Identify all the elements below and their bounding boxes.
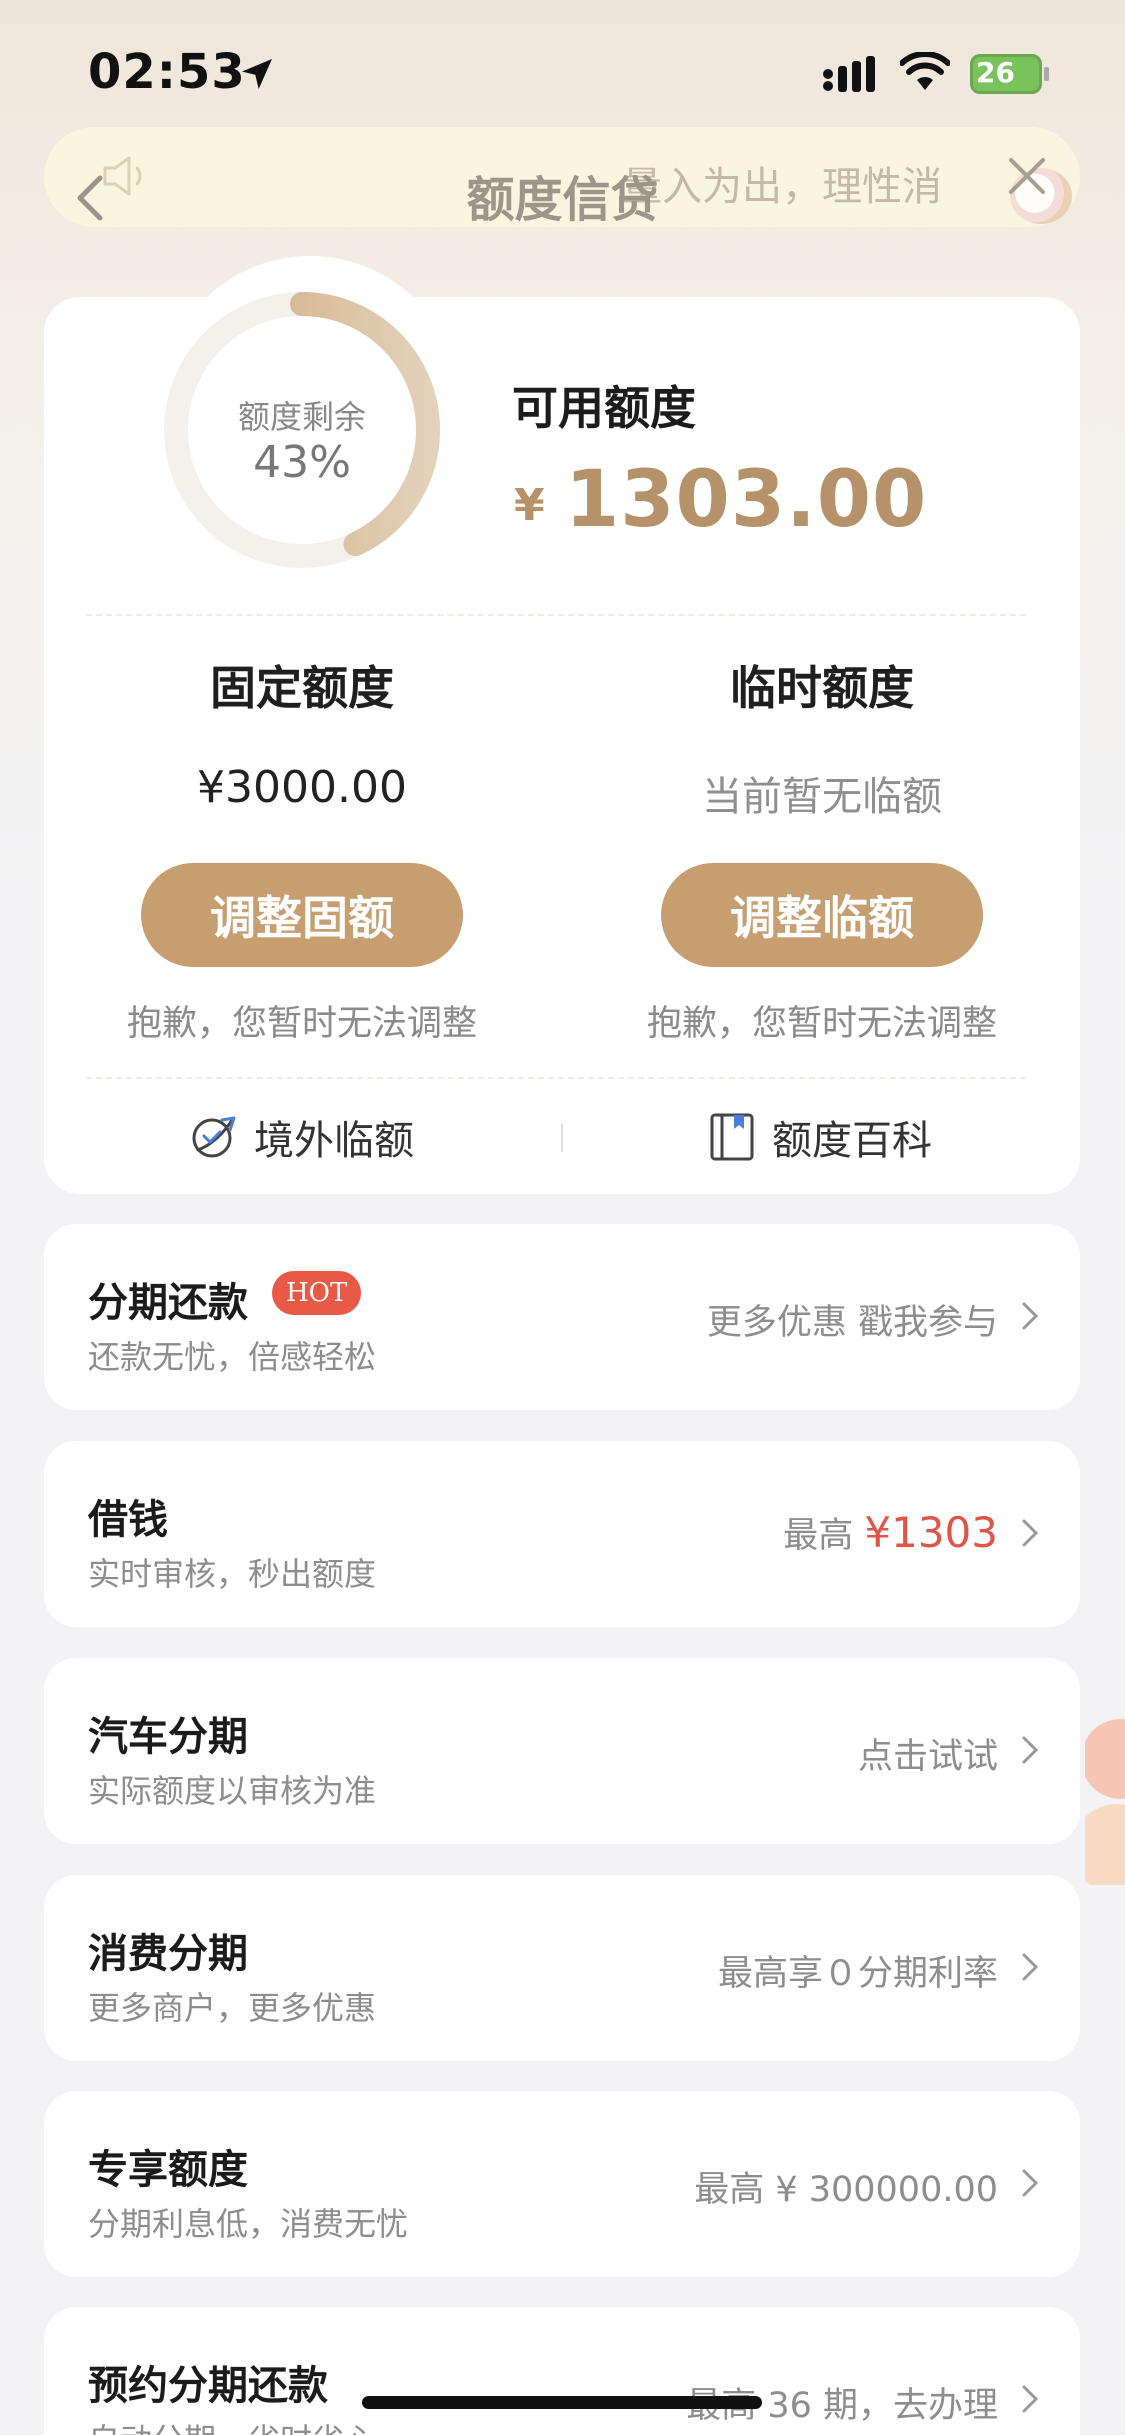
- max-label: 最高: [783, 1516, 854, 1556]
- list-item-title: 预约分期还款: [88, 2363, 328, 2409]
- list-item-title: 分期还款: [88, 1280, 248, 1326]
- fixed-adjust-note: 抱歉，您暂时无法调整: [126, 1004, 477, 1044]
- divider: [86, 614, 1026, 616]
- floating-promo-widget[interactable]: [1085, 1705, 1125, 1885]
- fixed-quota-value: ¥3000.00: [197, 762, 407, 813]
- ring-label: 额度剩余: [237, 398, 366, 436]
- chevron-right-icon: [1022, 1736, 1039, 1764]
- overseas-temp-quota-link[interactable]: 境外临额: [188, 1108, 414, 1166]
- list-item-title: 借钱: [88, 1497, 168, 1543]
- wifi-icon: [900, 52, 950, 90]
- list-item-exclusive-quota[interactable]: 专享额度 分期利息低，消费无忧 最高 ¥ 300000.00: [44, 2091, 1080, 2277]
- vertical-divider: [561, 1124, 563, 1152]
- location-arrow-icon: [242, 59, 272, 89]
- list-item-consumer-installment[interactable]: 消费分期 更多商户，更多优惠 最高享０分期利率: [44, 1875, 1080, 2061]
- available-quota-label: 可用额度: [512, 381, 696, 435]
- adjust-fixed-button[interactable]: 调整固额: [141, 863, 463, 967]
- list-item-subtitle: 实际额度以审核为准: [88, 1772, 377, 1810]
- page-title: 额度信贷: [466, 172, 659, 228]
- battery-indicator: 26: [970, 54, 1050, 94]
- list-item-subtitle: 实时审核，秒出额度: [88, 1555, 377, 1593]
- cellular-signal-icon: [823, 56, 875, 92]
- chevron-right-icon: [1022, 2385, 1039, 2413]
- available-quota-amount: 1303.00: [565, 455, 928, 545]
- battery-level: 26: [976, 56, 1015, 89]
- globe-plane-icon: [192, 1116, 236, 1158]
- ring-percentage: 43%: [253, 437, 351, 488]
- list-item-subtitle: 更多商户，更多优惠: [88, 1989, 377, 2027]
- list-item-title: 消费分期: [88, 1931, 248, 1977]
- temp-quota-title: 临时额度: [730, 661, 914, 715]
- list-item-borrow[interactable]: 借钱 实时审核，秒出额度 最高 ¥1303: [44, 1441, 1080, 1627]
- list-item-action-text: 点击试试: [857, 1737, 998, 1777]
- status-bar: 02:53 26: [0, 0, 1125, 140]
- temp-quota-value: 当前暂无临额: [702, 774, 942, 820]
- list-item-action-text: 最高享０分期利率: [717, 1954, 998, 1994]
- overseas-temp-quota-label: 境外临额: [254, 1118, 414, 1164]
- chevron-right-icon: [1022, 1302, 1039, 1330]
- list-item-title: 汽车分期: [88, 1714, 248, 1760]
- adjust-temp-button[interactable]: 调整临额: [661, 863, 983, 967]
- currency-symbol: ¥: [514, 480, 545, 531]
- list-item-subtitle: 自动分期，省时省心: [88, 2415, 376, 2435]
- chevron-right-icon: [1022, 1953, 1039, 1981]
- list-item-title: 专享额度: [88, 2147, 248, 2193]
- list-item-scheduled-installment[interactable]: 预约分期还款 自动分期，省时省心 最高 36 期，去办理: [44, 2307, 1080, 2435]
- hot-badge: HOT: [272, 1271, 362, 1315]
- list-item-action-text: 最高 ¥ 300000.00: [694, 2170, 998, 2210]
- home-indicator[interactable]: [362, 2396, 762, 2409]
- fixed-quota-title: 固定额度: [210, 661, 394, 715]
- list-item-installment-repay[interactable]: 分期还款 HOT 还款无忧，倍感轻松 更多优惠 戳我参与: [44, 1224, 1080, 1410]
- chevron-right-icon: [1022, 1519, 1039, 1547]
- temp-adjust-note: 抱歉，您暂时无法调整: [646, 1004, 997, 1044]
- list-item-subtitle: 分期利息低，消费无忧: [88, 2205, 409, 2243]
- list-item-subtitle: 还款无忧，倍感轻松: [88, 1338, 377, 1376]
- close-icon[interactable]: [1005, 154, 1049, 198]
- divider: [86, 1077, 1026, 1079]
- list-item-action-text: 更多优惠 戳我参与: [706, 1303, 998, 1343]
- list-item-car-installment[interactable]: 汽车分期 实际额度以审核为准 点击试试: [44, 1658, 1080, 1844]
- book-icon: [710, 1113, 754, 1161]
- quota-wiki-link[interactable]: 额度百科: [708, 1108, 932, 1166]
- quota-wiki-label: 额度百科: [772, 1118, 932, 1164]
- status-time: 02:53: [88, 44, 246, 100]
- max-borrow-amount: ¥1303: [864, 1508, 998, 1557]
- list-item-action-text: 最高 ¥1303: [783, 1507, 998, 1558]
- chevron-right-icon: [1022, 2169, 1039, 2197]
